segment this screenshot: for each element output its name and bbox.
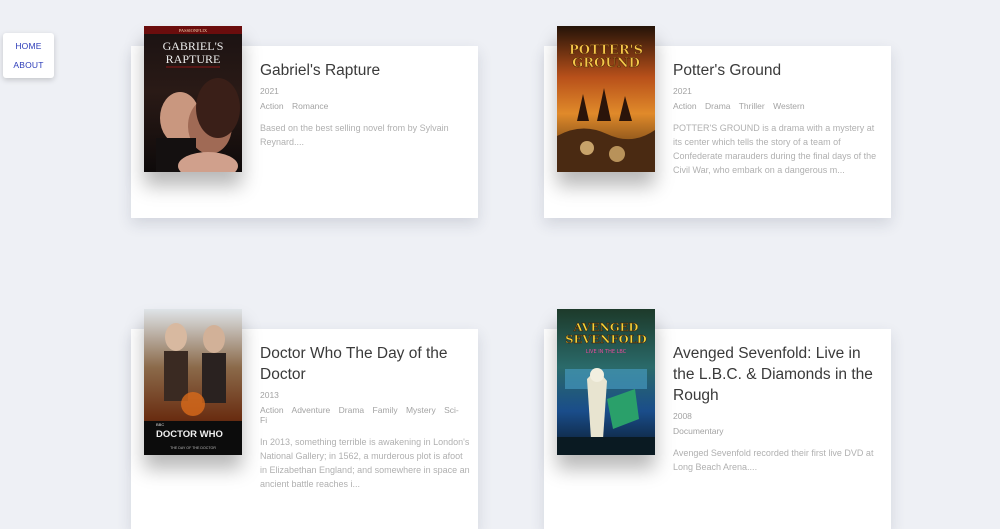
movie-info: Gabriel's Rapture 2021 Action Romance Ba… (260, 60, 470, 149)
movie-summary: POTTER'S GROUND is a drama with a myster… (673, 123, 877, 175)
genre-tag: Adventure (291, 405, 331, 415)
movie-year: 2021 (673, 86, 692, 96)
genre-tag: Action (673, 101, 697, 111)
svg-text:THE DAY OF THE DOCTOR: THE DAY OF THE DOCTOR (170, 446, 216, 450)
movie-poster[interactable]: POTTER'S GROUND (557, 26, 655, 172)
movie-year: 2021 (260, 86, 279, 96)
svg-text:LIVE IN THE LBC: LIVE IN THE LBC (586, 349, 627, 355)
svg-text:DOCTOR WHO: DOCTOR WHO (156, 429, 223, 440)
movie-title[interactable]: Potter's Ground (673, 60, 883, 81)
movie-title[interactable]: Gabriel's Rapture (260, 60, 470, 81)
side-nav: HOME ABOUT (3, 33, 54, 78)
genre-tag: Action (260, 101, 284, 111)
genre-tag: Drama (338, 405, 365, 415)
movie-genres: Action Adventure Drama Family Mystery Sc… (260, 405, 470, 425)
movie-genres: Action Romance (260, 101, 470, 111)
movie-info: Doctor Who The Day of the Doctor 2013 Ac… (260, 343, 470, 491)
movie-title[interactable]: Doctor Who The Day of the Doctor (260, 343, 470, 385)
genre-tag: Documentary (673, 426, 724, 436)
svg-text:PASSIONFLIX: PASSIONFLIX (179, 28, 208, 33)
movie-genres: Action Drama Thriller Western (673, 101, 883, 111)
genre-tag: Drama (705, 101, 731, 111)
movie-title[interactable]: Avenged Sevenfold: Live in the L.B.C. & … (673, 343, 883, 406)
svg-text:BBC: BBC (156, 422, 164, 427)
movie-info: Avenged Sevenfold: Live in the L.B.C. & … (673, 343, 883, 474)
movie-summary: In 2013, something terrible is awakening… (260, 437, 470, 489)
genre-tag: Western (773, 101, 805, 111)
movie-summary: Avenged Sevenfold recorded their first l… (673, 448, 874, 472)
genre-tag: Thriller (738, 101, 765, 111)
movie-poster[interactable]: AVENGED SEVENFOLD LIVE IN THE LBC (557, 309, 655, 455)
movie-poster[interactable]: PASSIONFLIX GABRIEL'S RAPTURE (144, 26, 242, 172)
genre-tag: Family (372, 405, 398, 415)
movie-year: 2008 (673, 411, 692, 421)
genre-tag: Action (260, 405, 284, 415)
movie-info: Potter's Ground 2021 Action Drama Thrill… (673, 60, 883, 177)
svg-text:GABRIEL'S: GABRIEL'S (163, 39, 224, 53)
genre-tag: Mystery (405, 405, 436, 415)
nav-about-link[interactable]: ABOUT (13, 60, 43, 70)
movie-summary: Based on the best selling novel from by … (260, 123, 449, 147)
svg-text:RAPTURE: RAPTURE (166, 52, 221, 66)
movie-poster[interactable]: BBC DOCTOR WHO THE DAY OF THE DOCTOR (144, 309, 242, 455)
genre-tag: Romance (292, 101, 329, 111)
movie-genres: Documentary (673, 426, 883, 436)
svg-text:GROUND: GROUND (572, 56, 640, 71)
svg-text:SEVENFOLD: SEVENFOLD (565, 332, 647, 346)
nav-home-link[interactable]: HOME (15, 41, 41, 51)
movie-year: 2013 (260, 390, 279, 400)
